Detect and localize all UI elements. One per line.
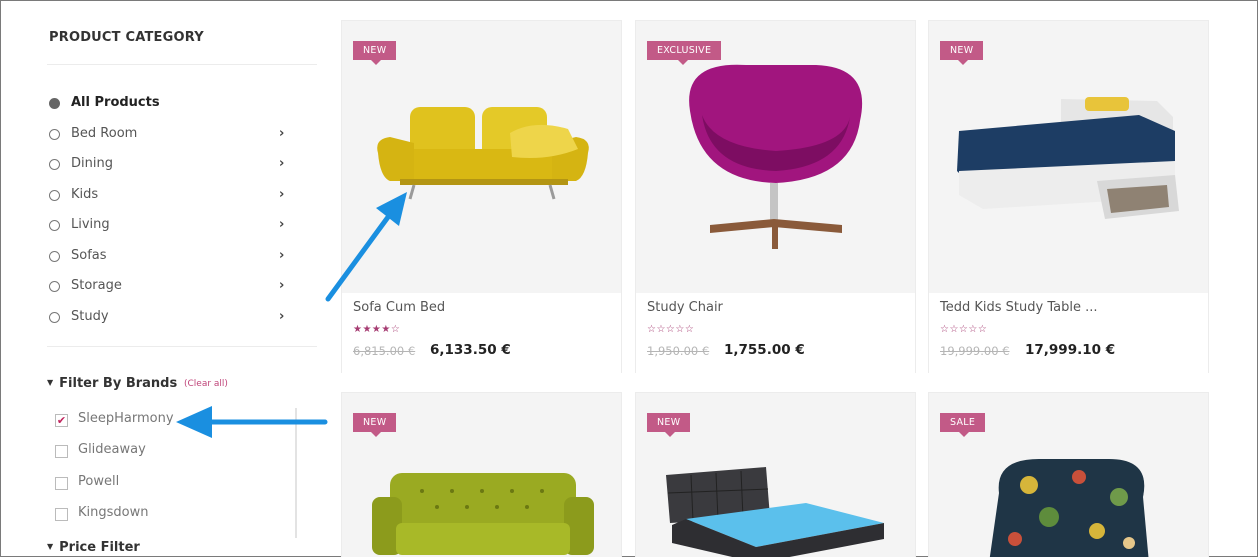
filter-by-brands-toggle[interactable]: ▼ Filter By Brands (47, 376, 177, 391)
product-price: 17,999.10 € (1025, 342, 1116, 358)
checkbox-icon[interactable] (55, 445, 68, 458)
category-bed-room[interactable]: Bed Room › (47, 125, 297, 145)
product-price: 1,755.00 € (724, 342, 805, 358)
chevron-right-icon[interactable]: › (279, 278, 284, 293)
checkbox-icon[interactable] (55, 477, 68, 490)
product-category-title: PRODUCT CATEGORY (49, 30, 204, 45)
brand-label: Kingsdown (78, 505, 149, 520)
radio-icon[interactable] (49, 159, 60, 170)
rating-stars-icon: ★★★★☆ (353, 324, 401, 335)
rating-stars-icon: ☆☆☆☆☆ (647, 324, 695, 335)
product-info: Study Chair ☆☆☆☆☆ 1,950.00 € 1,755.00 € (636, 293, 915, 373)
radio-icon[interactable] (49, 190, 60, 201)
product-badge: NEW (353, 413, 397, 437)
chevron-right-icon[interactable]: › (279, 309, 284, 324)
category-kids[interactable]: Kids › (47, 186, 297, 206)
brand-kingsdown[interactable]: Kingsdown (55, 505, 255, 525)
category-label: Dining (71, 156, 113, 171)
checkbox-icon[interactable] (55, 508, 68, 521)
chevron-right-icon[interactable]: › (279, 217, 284, 232)
category-label: Study (71, 309, 109, 324)
category-sofas[interactable]: Sofas › (47, 247, 297, 267)
kids-bed-image[interactable] (929, 21, 1210, 293)
product-card[interactable]: NEW Tedd Kids Study Table ... ☆☆☆☆☆ 19,9… (928, 20, 1209, 373)
product-badge: NEW (940, 41, 984, 65)
chevron-right-icon[interactable]: › (279, 248, 284, 263)
rating-stars-icon: ☆☆☆☆☆ (940, 324, 988, 335)
chevron-right-icon[interactable]: › (279, 156, 284, 171)
price-filter-toggle[interactable]: ▼ Price Filter (47, 540, 140, 555)
radio-selected-icon[interactable] (49, 98, 60, 109)
category-storage[interactable]: Storage › (47, 277, 297, 297)
brands-scrollbar[interactable] (295, 408, 297, 538)
category-all-products[interactable]: All Products (47, 94, 297, 114)
category-study[interactable]: Study › (47, 308, 297, 328)
chevron-right-icon[interactable]: › (279, 187, 284, 202)
old-price: 6,815.00 € (353, 344, 416, 358)
product-badge: NEW (647, 413, 691, 437)
product-info: Tedd Kids Study Table ... ☆☆☆☆☆ 19,999.0… (929, 293, 1208, 373)
filter-by-brands-title: Filter By Brands (59, 376, 178, 391)
sofa-image[interactable] (342, 21, 623, 293)
caret-down-icon: ▼ (47, 542, 54, 551)
product-name[interactable]: Sofa Cum Bed (353, 300, 445, 315)
product-card[interactable]: NEW (341, 392, 622, 557)
radio-icon[interactable] (49, 281, 60, 292)
product-name[interactable]: Tedd Kids Study Table ... (940, 300, 1097, 315)
product-card[interactable]: NEW (635, 392, 916, 557)
brand-label: Powell (78, 474, 120, 489)
sidebar: PRODUCT CATEGORY All Products Bed Room ›… (47, 0, 319, 557)
old-price: 19,999.00 € (940, 344, 1010, 358)
product-badge: SALE (940, 413, 986, 437)
product-name[interactable]: Study Chair (647, 300, 723, 315)
product-badge: EXCLUSIVE (647, 41, 722, 65)
category-label: All Products (71, 95, 160, 110)
category-label: Kids (71, 187, 99, 202)
old-price: 1,950.00 € (647, 344, 710, 358)
chevron-right-icon[interactable]: › (279, 126, 284, 141)
checkbox-checked-icon[interactable]: ✔ (55, 414, 68, 427)
category-living[interactable]: Living › (47, 216, 297, 236)
divider (47, 64, 317, 65)
category-label: Sofas (71, 248, 107, 263)
category-label: Storage (71, 278, 122, 293)
radio-icon[interactable] (49, 312, 60, 323)
product-badge: NEW (353, 41, 397, 65)
product-info: Sofa Cum Bed ★★★★☆ 6,815.00 € 6,133.50 € (342, 293, 621, 373)
product-card[interactable]: SALE (928, 392, 1209, 557)
radio-icon[interactable] (49, 129, 60, 140)
caret-down-icon: ▼ (47, 378, 54, 387)
brand-powell[interactable]: Powell (55, 474, 255, 494)
brand-label: SleepHarmony (78, 411, 174, 426)
radio-icon[interactable] (49, 251, 60, 262)
category-label: Living (71, 217, 110, 232)
brand-glideaway[interactable]: Glideaway (55, 442, 255, 462)
divider (47, 346, 317, 347)
product-card[interactable]: EXCLUSIVE Study Chair ☆☆☆☆☆ 1,950.00 € 1… (635, 20, 916, 373)
brand-sleepharmony[interactable]: ✔ SleepHarmony (55, 411, 255, 431)
brand-label: Glideaway (78, 442, 146, 457)
category-label: Bed Room (71, 126, 138, 141)
product-price: 6,133.50 € (430, 342, 511, 358)
product-card[interactable]: NEW Sofa Cum Bed ★★★★☆ 6,815.00 € 6,133.… (341, 20, 622, 373)
radio-icon[interactable] (49, 220, 60, 231)
clear-all-link[interactable]: (Clear all) (184, 379, 228, 389)
category-dining[interactable]: Dining › (47, 155, 297, 175)
price-filter-title: Price Filter (59, 540, 140, 555)
